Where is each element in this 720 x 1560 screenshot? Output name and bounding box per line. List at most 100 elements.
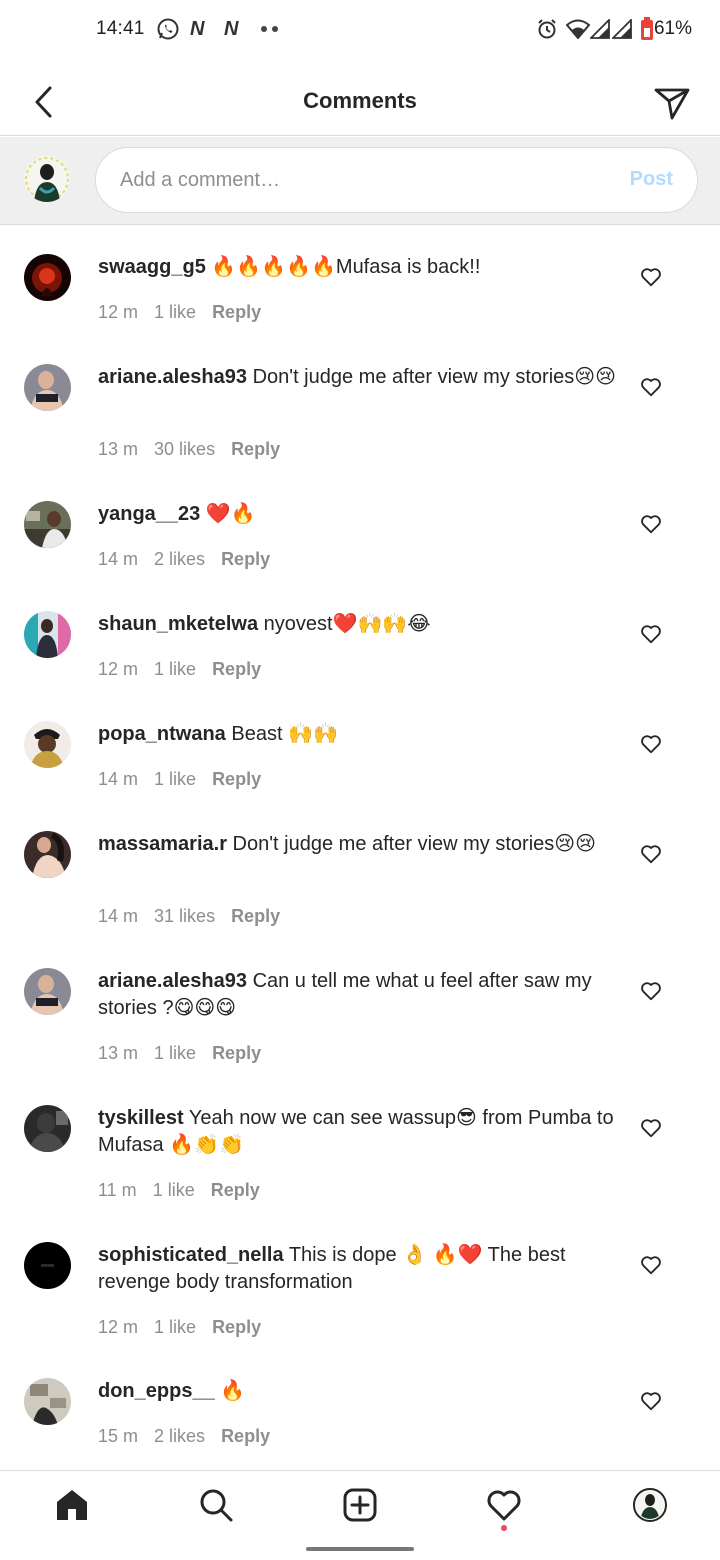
share-button[interactable] — [652, 82, 692, 122]
comment-meta: 14 m 1 like Reply — [98, 769, 277, 790]
comment-text: nyovest❤️🙌🙌😂 — [263, 613, 431, 635]
avatar[interactable] — [24, 968, 71, 1015]
comment-text: 🔥🔥🔥🔥🔥Mufasa is back!! — [211, 256, 481, 278]
avatar[interactable] — [24, 1242, 71, 1289]
comment-meta: 12 m 1 like Reply — [98, 1317, 277, 1338]
comment-likes[interactable]: 1 like — [154, 659, 196, 679]
comment-likes[interactable]: 1 like — [154, 769, 196, 789]
comment-likes[interactable]: 31 likes — [154, 906, 215, 926]
nav-home[interactable] — [52, 1485, 92, 1525]
comment-likes[interactable]: 1 like — [154, 302, 196, 322]
profile-avatar — [633, 1488, 667, 1522]
comment-text: Beast 🙌🙌 — [231, 723, 338, 745]
post-button[interactable]: Post — [630, 168, 673, 191]
comment-likes[interactable]: 30 likes — [154, 439, 215, 459]
avatar[interactable] — [24, 721, 71, 768]
nav-activity[interactable] — [484, 1485, 524, 1525]
comment-time: 13 m — [98, 1043, 139, 1063]
comment-likes[interactable]: 1 like — [153, 1180, 195, 1200]
new-post-icon — [343, 1488, 377, 1522]
home-icon — [57, 1490, 87, 1520]
comment-username[interactable]: tyskillest — [98, 1107, 184, 1129]
comment-body: popa_ntwana Beast 🙌🙌 — [98, 721, 618, 748]
avatar[interactable] — [24, 1378, 71, 1425]
reply-button[interactable]: Reply — [231, 906, 280, 926]
comments-header: Comments — [0, 60, 720, 136]
comment-likes[interactable]: 1 like — [154, 1317, 196, 1337]
reply-button[interactable]: Reply — [212, 769, 261, 789]
comment-meta: 11 m 1 like Reply — [98, 1180, 276, 1201]
comment-time: 11 m — [98, 1180, 137, 1200]
comment-text: ❤️🔥 — [205, 503, 256, 525]
like-heart-icon[interactable] — [640, 513, 662, 535]
battery-percentage: 61% — [653, 18, 692, 39]
comment-username[interactable]: swaagg_g5 — [98, 256, 206, 278]
more-dots-icon — [260, 16, 280, 42]
comment-username[interactable]: sophisticated_nella — [98, 1244, 284, 1266]
activity-heart-icon — [487, 1490, 521, 1521]
reply-button[interactable]: Reply — [212, 1317, 261, 1337]
comment-input-box: Post — [95, 147, 698, 213]
nav-profile[interactable] — [630, 1485, 670, 1525]
comment-body: ariane.alesha93 Can u tell me what u fee… — [98, 968, 618, 1022]
like-heart-icon[interactable] — [640, 376, 662, 398]
status-bar: 14:41 N N 61% — [0, 0, 720, 60]
reply-button[interactable]: Reply — [212, 659, 261, 679]
comment-likes[interactable]: 2 likes — [154, 549, 205, 569]
reply-button[interactable]: Reply — [221, 549, 270, 569]
comment-username[interactable]: ariane.alesha93 — [98, 366, 247, 388]
n-icon: N — [190, 17, 205, 40]
comment-body: shaun_mketelwa nyovest❤️🙌🙌😂 — [98, 611, 618, 638]
avatar[interactable] — [24, 1105, 71, 1152]
like-heart-icon[interactable] — [640, 733, 662, 755]
search-icon — [200, 1489, 233, 1522]
comment-text: Don't judge me after view my stories😢😢 — [252, 366, 616, 388]
comment-username[interactable]: shaun_mketelwa — [98, 613, 258, 635]
avatar[interactable] — [24, 501, 71, 548]
avatar[interactable] — [24, 364, 71, 411]
whatsapp-icon — [156, 16, 180, 42]
battery-saver-icon — [640, 16, 654, 42]
avatar[interactable] — [24, 611, 71, 658]
like-heart-icon[interactable] — [640, 1390, 662, 1412]
like-heart-icon[interactable] — [640, 1254, 662, 1276]
comment-body: yanga__23 ❤️🔥 — [98, 501, 618, 528]
comment-body: ariane.alesha93 Don't judge me after vie… — [98, 364, 618, 391]
comment-username[interactable]: ariane.alesha93 — [98, 970, 247, 992]
like-heart-icon[interactable] — [640, 843, 662, 865]
comment-username[interactable]: popa_ntwana — [98, 723, 226, 745]
like-heart-icon[interactable] — [640, 980, 662, 1002]
nav-search[interactable] — [196, 1485, 236, 1525]
comment-username[interactable]: don_epps__ — [98, 1380, 215, 1402]
like-heart-icon[interactable] — [640, 623, 662, 645]
comment-body: tyskillest Yeah now we can see wassup😎 f… — [98, 1105, 618, 1159]
comment-meta: 14 m 31 likes Reply — [98, 906, 296, 927]
reply-button[interactable]: Reply — [221, 1426, 270, 1446]
comment-meta: 12 m 1 like Reply — [98, 302, 277, 323]
bottom-navigation — [0, 1470, 720, 1536]
home-indicator[interactable] — [306, 1547, 414, 1551]
avatar[interactable] — [24, 254, 71, 301]
comment-likes[interactable]: 1 like — [154, 1043, 196, 1063]
reply-button[interactable]: Reply — [211, 1180, 260, 1200]
comment-username[interactable]: yanga__23 — [98, 503, 200, 525]
like-heart-icon[interactable] — [640, 1117, 662, 1139]
paper-plane-icon — [654, 88, 690, 120]
comment-body: swaagg_g5 🔥🔥🔥🔥🔥Mufasa is back!! — [98, 254, 618, 281]
avatar[interactable] — [24, 831, 71, 878]
comment-body: don_epps__ 🔥 — [98, 1378, 618, 1405]
like-heart-icon[interactable] — [640, 266, 662, 288]
comment-time: 14 m — [98, 549, 139, 569]
comment-likes[interactable]: 2 likes — [154, 1426, 205, 1446]
comment-username[interactable]: massamaria.r — [98, 833, 227, 855]
comment-input[interactable] — [120, 148, 600, 212]
comment-time: 12 m — [98, 659, 139, 679]
reply-button[interactable]: Reply — [231, 439, 280, 459]
nav-new-post[interactable] — [340, 1485, 380, 1525]
reply-button[interactable]: Reply — [212, 1043, 261, 1063]
activity-notification-dot — [501, 1525, 507, 1531]
comment-body: massamaria.r Don't judge me after view m… — [98, 831, 618, 858]
comment-time: 14 m — [98, 769, 139, 789]
reply-button[interactable]: Reply — [212, 302, 261, 322]
comment-time: 13 m — [98, 439, 139, 459]
